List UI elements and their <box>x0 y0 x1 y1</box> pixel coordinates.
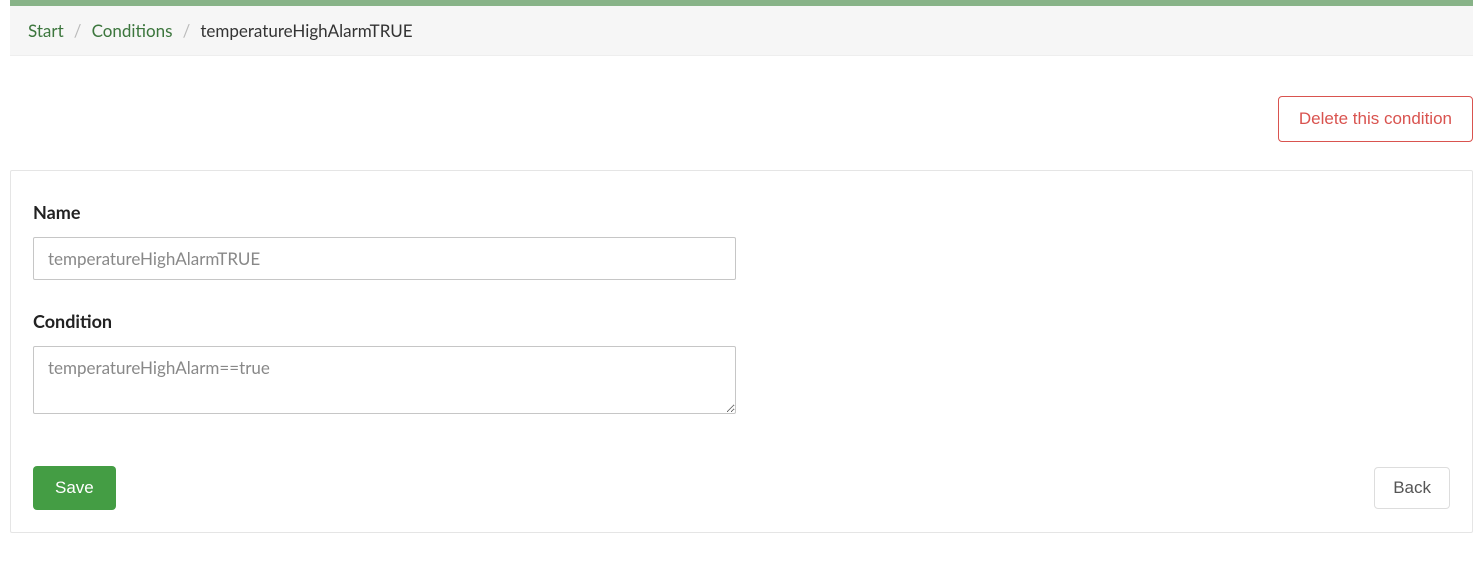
breadcrumb-conditions[interactable]: Conditions <box>92 20 173 41</box>
button-row: Save Back <box>33 466 1450 510</box>
back-button[interactable]: Back <box>1374 467 1450 509</box>
breadcrumb-sep: / <box>183 20 191 41</box>
condition-label: Condition <box>33 310 1450 332</box>
form-group-condition: Condition <box>33 310 1450 418</box>
form-group-name: Name <box>33 201 1450 280</box>
breadcrumb-sep: / <box>74 20 82 41</box>
delete-condition-button[interactable]: Delete this condition <box>1278 96 1473 142</box>
name-label: Name <box>33 201 1450 223</box>
action-row: Delete this condition <box>10 96 1473 142</box>
name-input[interactable] <box>33 237 736 280</box>
content: Delete this condition Name Condition Sav… <box>10 56 1473 533</box>
breadcrumb-start[interactable]: Start <box>28 20 64 41</box>
save-button[interactable]: Save <box>33 466 116 510</box>
breadcrumb: Start / Conditions / temperatureHighAlar… <box>10 6 1473 56</box>
form-panel: Name Condition Save Back <box>10 170 1473 533</box>
condition-textarea[interactable] <box>33 346 736 414</box>
breadcrumb-current: temperatureHighAlarmTRUE <box>200 20 412 41</box>
